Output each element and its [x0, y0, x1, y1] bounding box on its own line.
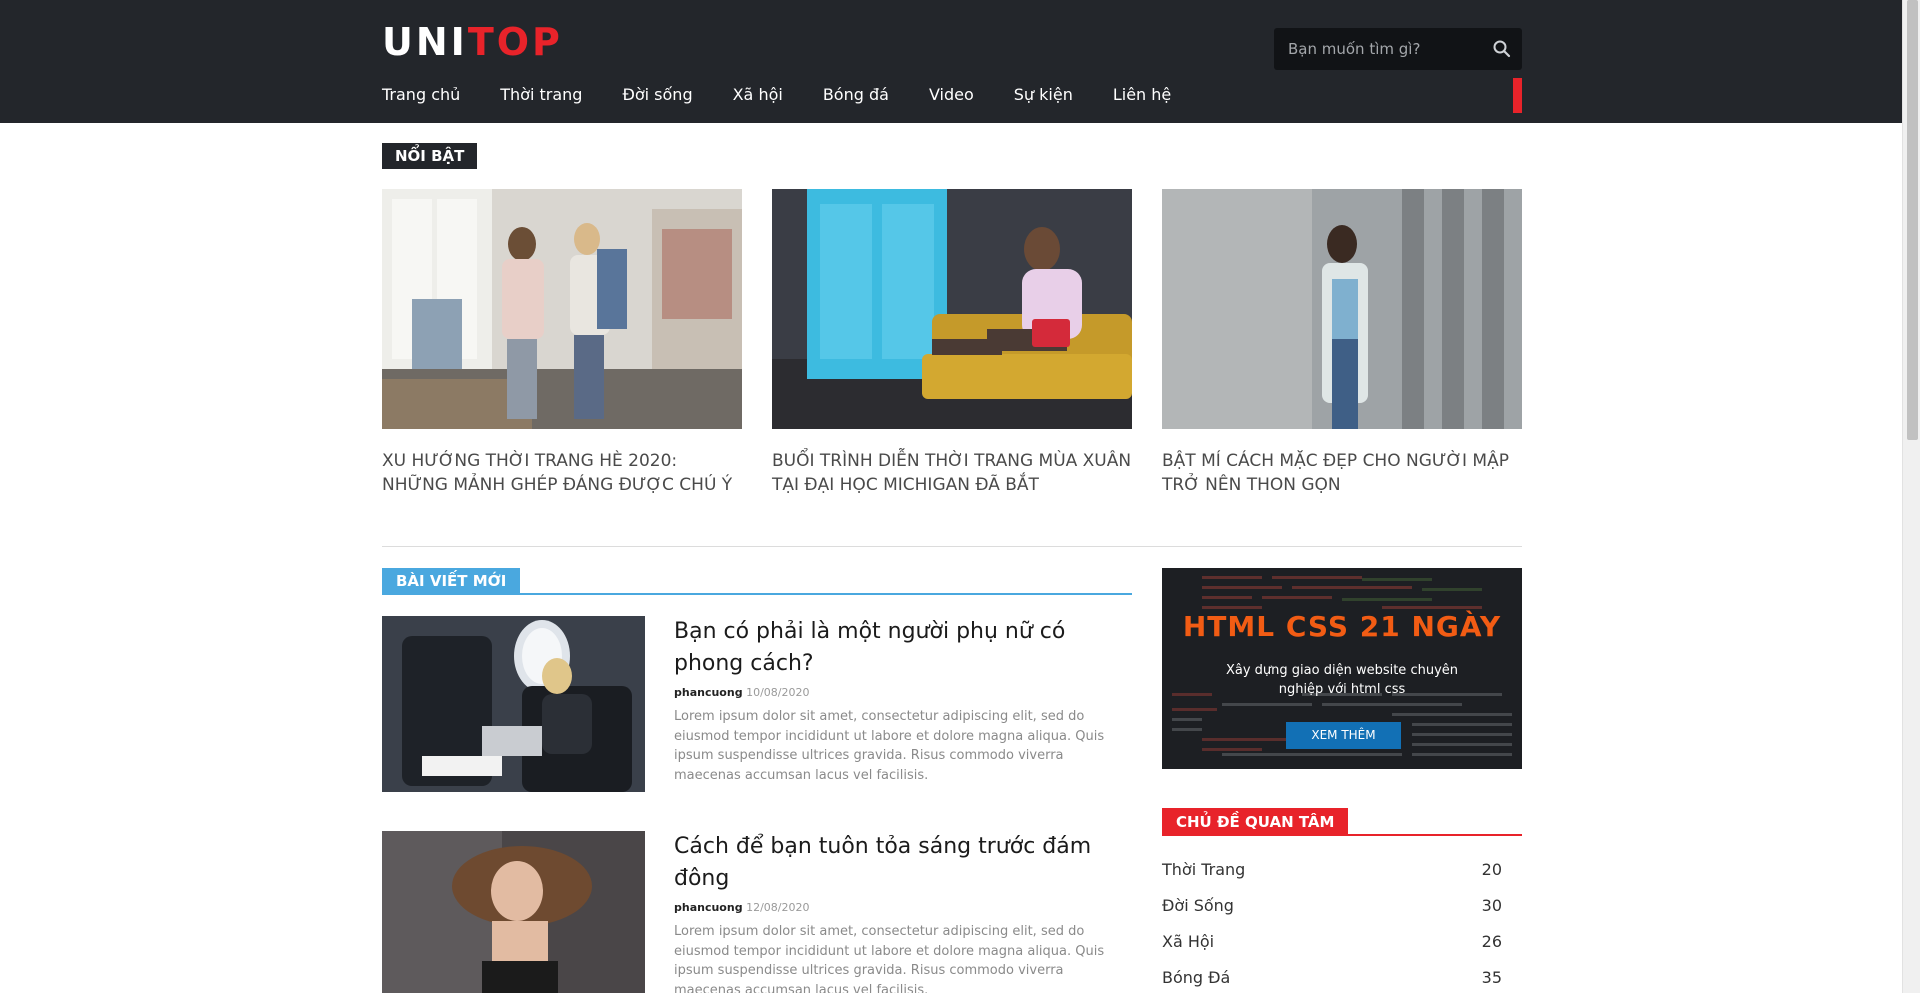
topic-item[interactable]: Thời Trang 20	[1162, 860, 1502, 896]
banner-subtitle: Xây dựng giao diện website chuyên nghiệp…	[1225, 663, 1458, 697]
topic-name[interactable]: Đời Sống	[1162, 896, 1234, 932]
topic-item[interactable]: Xã Hội 26	[1162, 932, 1502, 968]
site-logo[interactable]: UNITOP	[382, 22, 563, 62]
search-icon[interactable]	[1492, 39, 1512, 59]
post-date: 12/08/2020	[746, 901, 810, 914]
search-box	[1274, 28, 1522, 70]
post-author[interactable]: phancuong	[674, 901, 743, 914]
nav-contact[interactable]: Liên hệ	[1113, 84, 1171, 108]
nav-events[interactable]: Sự kiện	[1014, 84, 1073, 108]
nav-fashion[interactable]: Thời trang	[500, 84, 582, 108]
post-date: 10/08/2020	[746, 686, 810, 699]
page-scrollbar[interactable]	[1902, 0, 1920, 993]
nav-life[interactable]: Đời sống	[622, 84, 692, 108]
nav-video[interactable]: Video	[929, 84, 974, 108]
topics-section-header: CHỦ ĐỀ QUAN TÂM	[1162, 808, 1522, 836]
topic-item[interactable]: Đời Sống 30	[1162, 896, 1502, 932]
logo-text-top: TOP	[467, 20, 563, 64]
post-excerpt: Lorem ipsum dolor sit amet, consectetur …	[674, 924, 1105, 993]
post-body: Cách để bạn tuôn tỏa sáng trước đám đông…	[674, 831, 1132, 993]
site-header: UNITOP Trang chủ Thời trang Đời sống Xã …	[0, 0, 1902, 123]
featured-title[interactable]: BUỔI TRÌNH DIỄN THỜI TRANG MÙA XUÂN TẠI …	[772, 449, 1132, 497]
banner-more-button[interactable]: XEM THÊM	[1286, 722, 1401, 749]
topic-count: 20	[1481, 860, 1502, 879]
search-input[interactable]	[1274, 28, 1484, 70]
post-excerpt: Lorem ipsum dolor sit amet, consectetur …	[674, 709, 1105, 783]
latest-section-header: BÀI VIẾT MỚI	[382, 568, 1132, 595]
nav-home[interactable]: Trang chủ	[382, 84, 460, 108]
post-body: Bạn có phải là một người phụ nữ có phong…	[674, 616, 1132, 785]
post-title[interactable]: Bạn có phải là một người phụ nữ có phong…	[674, 616, 1132, 680]
main-nav: Trang chủ Thời trang Đời sống Xã hội Bón…	[382, 84, 1211, 108]
post-author[interactable]: phancuong	[674, 686, 743, 699]
topic-count: 26	[1481, 932, 1502, 951]
post-image-plane[interactable]	[382, 616, 645, 792]
featured-card[interactable]: BUỔI TRÌNH DIỄN THỜI TRANG MÙA XUÂN TẠI …	[772, 189, 1132, 497]
featured-image-coat[interactable]	[1162, 189, 1522, 429]
course-banner[interactable]: HTML CSS 21 NGÀY Xây dựng giao diện webs…	[1162, 568, 1522, 769]
featured-section-label: NỔI BẬT	[382, 143, 478, 169]
featured-title[interactable]: BẬT MÍ CÁCH MẶC ĐẸP CHO NGƯỜI MẬP TRỞ NÊ…	[1162, 449, 1522, 497]
post-item: Bạn có phải là một người phụ nữ có phong…	[382, 616, 1132, 796]
topic-count: 30	[1481, 896, 1502, 915]
latest-section-label: BÀI VIẾT MỚI	[382, 568, 521, 595]
nav-society[interactable]: Xã hội	[733, 84, 783, 108]
section-divider	[382, 546, 1522, 547]
topic-count: 35	[1481, 968, 1502, 987]
featured-image-shopping[interactable]	[382, 189, 742, 429]
banner-title: HTML CSS 21 NGÀY	[1182, 610, 1502, 643]
post-item: Cách để bạn tuôn tỏa sáng trước đám đông…	[382, 831, 1132, 993]
post-image-woman[interactable]	[382, 831, 645, 993]
featured-card[interactable]: BẬT MÍ CÁCH MẶC ĐẸP CHO NGƯỜI MẬP TRỞ NÊ…	[1162, 189, 1522, 497]
post-title[interactable]: Cách để bạn tuôn tỏa sáng trước đám đông	[674, 831, 1132, 895]
logo-text-uni: UNI	[382, 20, 468, 64]
topic-name[interactable]: Bóng Đá	[1162, 968, 1230, 993]
topic-name[interactable]: Xã Hội	[1162, 932, 1214, 968]
topics-list: Thời Trang 20 Đời Sống 30 Xã Hội 26 Bóng…	[1162, 860, 1502, 993]
nav-football[interactable]: Bóng đá	[823, 84, 889, 108]
topic-item[interactable]: Bóng Đá 35	[1162, 968, 1502, 993]
scrollbar-thumb[interactable]	[1907, 0, 1918, 440]
post-meta: phancuong 12/08/2020	[674, 901, 1132, 914]
topic-name[interactable]: Thời Trang	[1162, 860, 1245, 896]
topics-section-label: CHỦ ĐỀ QUAN TÂM	[1162, 808, 1349, 836]
featured-card[interactable]: XU HƯỚNG THỜI TRANG HÈ 2020: NHỮNG MẢNH …	[382, 189, 742, 497]
nav-accent-bar	[1513, 78, 1522, 113]
featured-title[interactable]: XU HƯỚNG THỜI TRANG HÈ 2020: NHỮNG MẢNH …	[382, 449, 742, 497]
featured-image-sofa[interactable]	[772, 189, 1132, 429]
post-meta: phancuong 10/08/2020	[674, 686, 1132, 699]
